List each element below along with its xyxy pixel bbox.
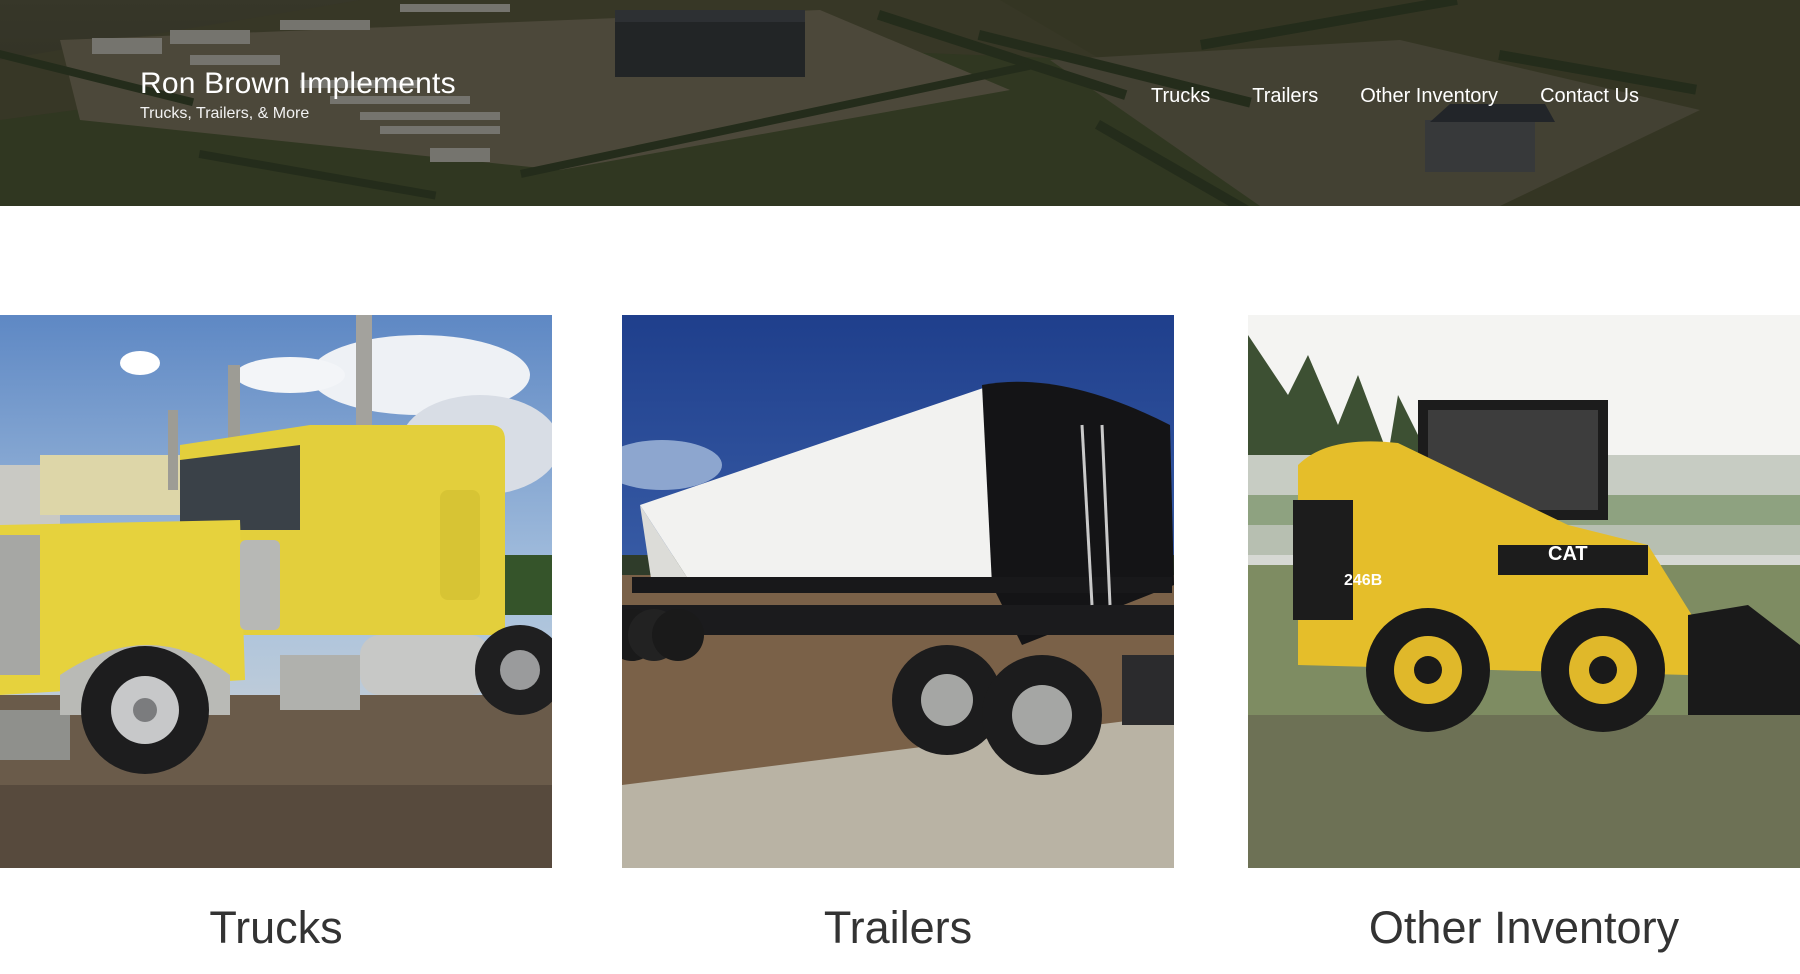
main-navigation: Trucks Trailers Other Inventory Contact …	[1109, 83, 1639, 109]
site-tagline: Trucks, Trailers, & More	[140, 105, 310, 122]
site-branding: Ron Brown Implements Trucks, Trailers, &…	[140, 66, 456, 124]
nav-item-trailers[interactable]: Trailers	[1252, 83, 1318, 109]
skid-steer-brand-text: CAT	[1548, 543, 1588, 565]
card-title-trailers[interactable]: Trailers	[622, 902, 1174, 954]
skid-steer-model-text: 246B	[1344, 572, 1382, 589]
category-cards: Trucks Trailers CAT 246B Other Inventory	[0, 315, 1800, 955]
card-trucks[interactable]: Trucks	[0, 315, 552, 954]
grain-hopper-trailer-photo[interactable]	[622, 315, 1174, 868]
site-header: Ron Brown Implements Trucks, Trailers, &…	[0, 0, 1800, 206]
card-other-inventory[interactable]: CAT 246B Other Inventory	[1248, 315, 1800, 954]
card-trailers[interactable]: Trailers	[622, 315, 1174, 954]
cat-skid-steer-photo[interactable]: CAT 246B	[1248, 315, 1800, 868]
card-title-trucks[interactable]: Trucks	[0, 902, 552, 954]
card-title-other-inventory[interactable]: Other Inventory	[1248, 902, 1800, 954]
nav-item-trucks[interactable]: Trucks	[1151, 83, 1210, 109]
yellow-semi-truck-photo[interactable]	[0, 315, 552, 868]
site-title[interactable]: Ron Brown Implements	[140, 66, 456, 102]
nav-item-other-inventory[interactable]: Other Inventory	[1360, 83, 1498, 109]
nav-item-contact-us[interactable]: Contact Us	[1540, 83, 1639, 109]
